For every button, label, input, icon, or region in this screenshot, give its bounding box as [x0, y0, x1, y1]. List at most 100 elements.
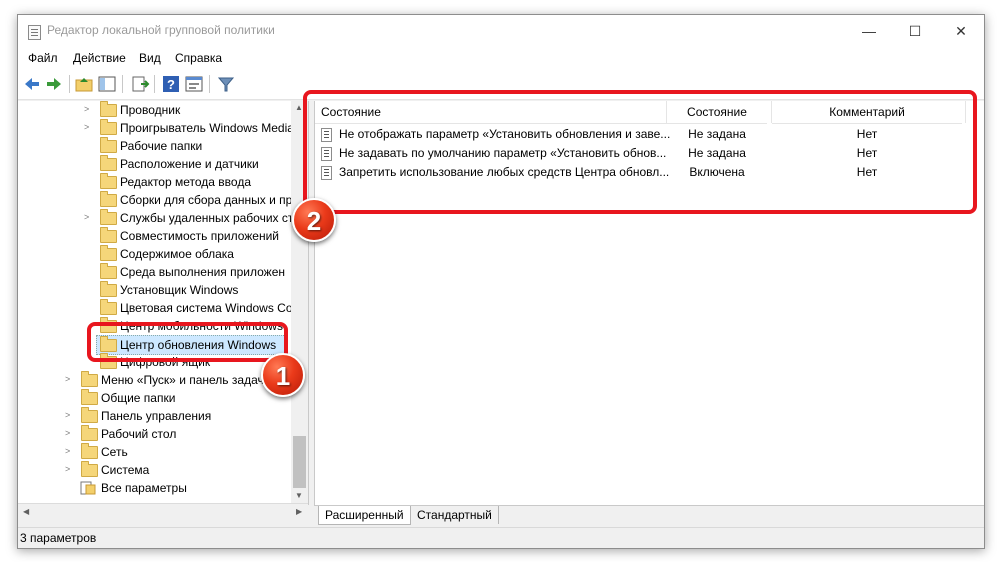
tree-item-label: Установщик Windows [120, 283, 239, 297]
forward-arrow-icon[interactable] [44, 74, 64, 94]
tree-item-label: Цветовая система Windows Col [120, 301, 296, 315]
folder-icon [100, 281, 117, 297]
tree-item[interactable]: > Меню «Пуск» и панель задач [18, 371, 291, 389]
folder-icon [100, 245, 117, 261]
folder-icon [100, 137, 117, 153]
folder-icon [100, 173, 117, 189]
tree-item[interactable]: > Проводник [18, 101, 291, 119]
folder-icon [81, 425, 98, 441]
chevron-right-icon[interactable]: > [84, 105, 93, 114]
folder-icon [81, 389, 98, 405]
tree-item[interactable]: Расположение и датчики [18, 155, 291, 173]
folder-icon [100, 101, 117, 117]
title-bar[interactable]: Редактор локальной групповой политики — … [18, 15, 984, 47]
tree-item[interactable]: Цветовая система Windows Col [18, 299, 295, 317]
status-bar: 3 параметров [18, 527, 984, 548]
properties-icon[interactable] [184, 74, 204, 94]
menu-file[interactable]: Файл [28, 51, 58, 65]
tree-horizontal-scrollbar[interactable]: ◀ ▶ [18, 503, 308, 521]
folder-icon [81, 407, 98, 423]
folder-icon [100, 119, 117, 135]
tree-item-label: Проводник [120, 103, 181, 117]
tree-item[interactable]: > Рабочий стол [18, 425, 291, 443]
maximize-button[interactable]: ☐ [892, 15, 938, 47]
tree-item[interactable]: > Система [18, 461, 291, 479]
folder-icon [100, 209, 117, 225]
filter-icon[interactable] [216, 74, 236, 94]
tree-item-label: Сборки для сбора данных и пр [120, 193, 293, 207]
status-text: 3 параметров [20, 531, 97, 545]
tree-item-label: Проигрыватель Windows Media [120, 121, 294, 135]
scroll-thumb[interactable] [293, 436, 306, 488]
tree-item-label: Рабочие папки [120, 139, 203, 153]
tree-item-label: Совместимость приложений [120, 229, 279, 243]
tree-item[interactable]: Редактор метода ввода [18, 173, 291, 191]
tab-extended[interactable]: Расширенный [318, 506, 411, 525]
tree-item-label: Панель управления [101, 409, 212, 423]
tree-item-label: Расположение и датчики [120, 157, 259, 171]
scroll-up-icon[interactable]: ▲ [295, 103, 303, 112]
tree-item-label: Все параметры [101, 481, 187, 495]
folder-icon [81, 443, 98, 459]
tree-item[interactable]: Совместимость приложений [18, 227, 291, 245]
tree-item-label: Меню «Пуск» и панель задач [101, 373, 264, 387]
tree-item-label: Сеть [101, 445, 128, 459]
all-settings-icon [80, 481, 96, 495]
tree-item-label: Содержимое облака [120, 247, 234, 261]
export-list-icon[interactable] [130, 74, 150, 94]
chevron-right-icon[interactable]: > [65, 447, 74, 456]
window-title: Редактор локальной групповой политики [47, 23, 275, 37]
tree-item[interactable]: Все параметры [18, 479, 291, 497]
close-button[interactable]: ✕ [938, 15, 984, 47]
scroll-right-icon[interactable]: ▶ [296, 507, 302, 516]
toolbar-separator [209, 75, 210, 93]
scroll-down-icon[interactable]: ▼ [295, 491, 303, 500]
toolbar-separator [154, 75, 155, 93]
tree-item-label: Рабочий стол [101, 427, 177, 441]
folder-icon [81, 461, 98, 477]
tree-item-label: Редактор метода ввода [120, 175, 251, 189]
highlight-box-2 [303, 90, 977, 214]
folder-icon [100, 155, 117, 171]
highlight-box-1 [87, 322, 288, 362]
tree-item[interactable]: > Панель управления [18, 407, 291, 425]
tree-item[interactable]: > Проигрыватель Windows Media [18, 119, 294, 137]
folder-icon [81, 371, 98, 387]
help-icon[interactable]: ? [161, 74, 181, 94]
chevron-right-icon[interactable]: > [65, 465, 74, 474]
step-badge-1: 1 [261, 353, 305, 397]
menu-action[interactable]: Действие [73, 51, 126, 65]
chevron-right-icon[interactable]: > [65, 375, 74, 384]
tree-item[interactable]: > Службы удаленных рабочих ст [18, 209, 294, 227]
policy-editor-icon [28, 25, 41, 40]
view-tabs: Расширенный Стандартный [314, 505, 984, 526]
chevron-right-icon[interactable]: > [84, 123, 93, 132]
tree-item[interactable]: Содержимое облака [18, 245, 291, 263]
toolbar-separator [122, 75, 123, 93]
tree-item[interactable]: Рабочие папки [18, 137, 291, 155]
tree-item-label: Система [101, 463, 150, 477]
chevron-right-icon[interactable]: > [65, 429, 74, 438]
show-tree-icon[interactable] [97, 74, 117, 94]
tab-standard[interactable]: Стандартный [411, 506, 499, 524]
tree-item[interactable]: Установщик Windows [18, 281, 291, 299]
minimize-button[interactable]: — [846, 15, 892, 47]
tree-item[interactable]: > Сеть [18, 443, 291, 461]
step-badge-2: 2 [292, 198, 336, 242]
menu-help[interactable]: Справка [175, 51, 222, 65]
menu-bar: Файл Действие Вид Справка [18, 47, 984, 69]
tree-item[interactable]: Общие папки [18, 389, 291, 407]
navigation-tree[interactable]: > Проводник > Проигрыватель Windows Medi… [18, 101, 309, 505]
tree-item-label: Общие папки [101, 391, 176, 405]
scroll-left-icon[interactable]: ◀ [23, 507, 29, 516]
tree-item-label: Службы удаленных рабочих ст [120, 211, 294, 225]
menu-view[interactable]: Вид [139, 51, 161, 65]
tree-item[interactable]: Среда выполнения приложен [18, 263, 291, 281]
chevron-right-icon[interactable]: > [65, 411, 74, 420]
up-folder-icon[interactable] [74, 74, 94, 94]
back-arrow-icon[interactable] [22, 74, 42, 94]
toolbar-separator [69, 75, 70, 93]
tree-item[interactable]: Сборки для сбора данных и пр [18, 191, 293, 209]
chevron-right-icon[interactable]: > [84, 213, 93, 222]
svg-text:?: ? [167, 77, 175, 92]
